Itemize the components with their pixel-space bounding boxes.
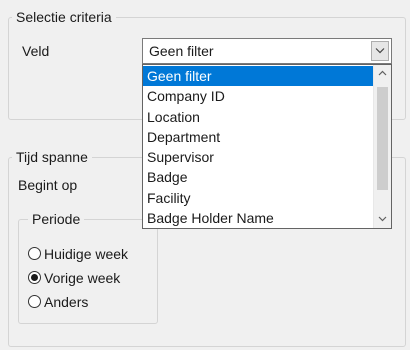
option-department[interactable]: Department <box>143 127 373 147</box>
scrollbar-thumb[interactable] <box>377 87 388 190</box>
scroll-down-arrow-icon <box>378 216 387 222</box>
time-span-title: Tijd spanne <box>12 148 92 166</box>
period-title: Periode <box>28 210 85 228</box>
selection-criteria-title: Selectie criteria <box>12 8 116 26</box>
option-supervisor[interactable]: Supervisor <box>143 147 373 167</box>
field-combobox[interactable]: Geen filter <box>142 38 392 64</box>
vertical-scrollbar[interactable] <box>373 65 391 228</box>
radio-label: Anders <box>44 294 89 310</box>
chevron-down-icon <box>375 48 385 54</box>
radio-label: Vorige week <box>44 270 121 286</box>
combo-dropdown-button[interactable] <box>371 41 389 61</box>
combo-value: Geen filter <box>149 43 214 59</box>
option-list: Geen filter Company ID Location Departme… <box>143 66 373 228</box>
field-label: Veld <box>22 43 50 59</box>
option-geen-filter[interactable]: Geen filter <box>143 66 373 87</box>
option-badge-holder-name[interactable]: Badge Holder Name <box>143 208 373 228</box>
radio-circle[interactable] <box>28 295 41 308</box>
option-facility[interactable]: Facility <box>143 188 373 208</box>
scroll-down-button[interactable] <box>374 211 391 228</box>
field-dropdown-list[interactable]: Geen filter Company ID Location Departme… <box>142 64 392 229</box>
option-badge[interactable]: Badge <box>143 167 373 187</box>
scroll-up-arrow-icon <box>378 70 387 76</box>
scroll-up-button[interactable] <box>374 65 391 82</box>
option-company-id[interactable]: Company ID <box>143 86 373 106</box>
radio-circle-checked[interactable] <box>28 271 41 284</box>
radio-circle[interactable] <box>28 247 41 260</box>
radio-label: Huidige week <box>44 246 129 262</box>
starts-on-label: Begint op <box>18 177 78 193</box>
option-location[interactable]: Location <box>143 107 373 127</box>
